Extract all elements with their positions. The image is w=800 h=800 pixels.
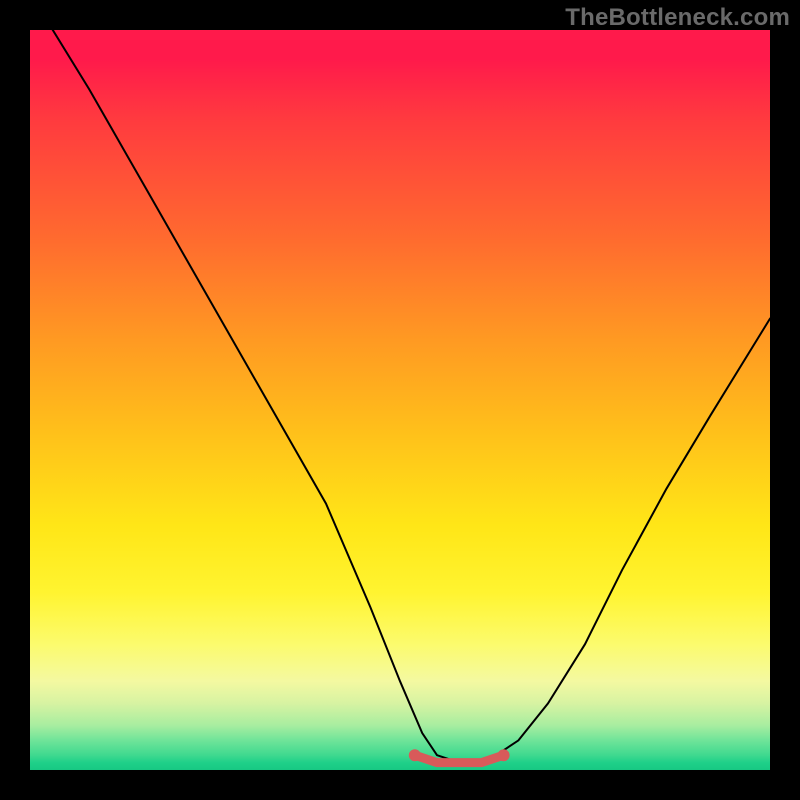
flat-floor-highlight	[415, 755, 504, 762]
highlight-endpoint-dot	[498, 749, 510, 761]
bottleneck-curve	[30, 30, 770, 763]
chart-frame: TheBottleneck.com	[0, 0, 800, 800]
watermark-text: TheBottleneck.com	[565, 4, 790, 32]
highlight-endpoint-dot	[409, 749, 421, 761]
plot-area	[30, 30, 770, 770]
bottleneck-curve-svg	[30, 30, 770, 770]
